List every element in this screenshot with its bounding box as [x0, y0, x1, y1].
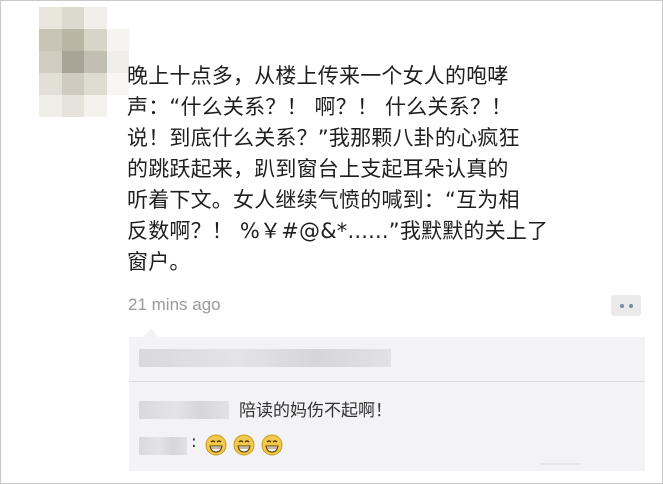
- post-line: 反数啊？！ %￥#@&*......”我默默的关上了: [127, 219, 549, 243]
- post-line: 晚上十点多，从楼上传来一个女人的咆哮: [127, 64, 509, 88]
- comment-item[interactable]: :: [129, 429, 645, 463]
- divider: [129, 381, 645, 382]
- post-line: 声：“什么关系？！ 啊？！ 什么关系？！: [127, 95, 513, 119]
- avatar[interactable]: [39, 7, 129, 117]
- grin-emoji-icon: [233, 434, 255, 456]
- avatar-mosaic-tile: [61, 95, 84, 117]
- post-timestamp: 21 mins ago: [128, 295, 221, 314]
- grin-emoji-icon: [261, 434, 283, 456]
- avatar-mosaic-tile: [61, 29, 84, 51]
- avatar-mosaic-tile: [61, 51, 84, 73]
- comment-action-button[interactable]: [611, 295, 641, 316]
- avatar-mosaic-tile: [106, 51, 129, 73]
- watermark: [541, 463, 581, 465]
- comment-dots-icon: [628, 303, 633, 308]
- avatar-mosaic-tile: [106, 95, 129, 117]
- grin-emoji-icon: [205, 434, 227, 456]
- comment-item[interactable]: 陪读的妈伤不起啊！: [129, 393, 645, 427]
- post-text: 晚上十点多，从楼上传来一个女人的咆哮 声：“什么关系？！ 啊？！ 什么关系？！ …: [127, 61, 597, 278]
- avatar-mosaic-tile: [61, 73, 84, 95]
- moments-post-card: 晚上十点多，从楼上传来一个女人的咆哮 声：“什么关系？！ 啊？！ 什么关系？！ …: [0, 0, 663, 484]
- avatar-mosaic-tile: [106, 73, 129, 95]
- avatar-mosaic-tile: [106, 29, 129, 51]
- avatar-mosaic-tile: [84, 51, 107, 73]
- avatar-mosaic-tile: [84, 29, 107, 51]
- avatar-mosaic-tile: [84, 73, 107, 95]
- post-line: 窗户。: [127, 250, 191, 274]
- avatar-mosaic-tile: [61, 7, 84, 29]
- avatar-mosaic-tile: [39, 73, 62, 95]
- post-line: 的跳跃起来，趴到窗台上支起耳朵认真的: [127, 157, 509, 181]
- avatar-mosaic-tile: [106, 7, 129, 29]
- comment-separator: :: [191, 432, 197, 452]
- blurred-likes-row: [139, 349, 391, 367]
- avatar-mosaic-tile: [39, 51, 62, 73]
- blurred-commenter-name[interactable]: [139, 437, 187, 455]
- avatar-mosaic-tile: [84, 7, 107, 29]
- comment-dots-icon: [619, 303, 624, 308]
- post-line: 听着下文。女人继续气愤的喊到：“互为相: [127, 188, 520, 212]
- avatar-mosaic-tile: [39, 95, 62, 117]
- avatar-mosaic-tile: [39, 7, 62, 29]
- comment-text: 陪读的妈伤不起啊！: [239, 401, 392, 421]
- post-line: 说！到底什么关系？”我那颗八卦的心疯狂: [127, 126, 520, 150]
- avatar-mosaic-tile: [39, 29, 62, 51]
- blurred-commenter-name[interactable]: [139, 401, 229, 419]
- avatar-mosaic-tile: [84, 95, 107, 117]
- comments-panel: 陪读的妈伤不起啊！ :: [129, 329, 645, 471]
